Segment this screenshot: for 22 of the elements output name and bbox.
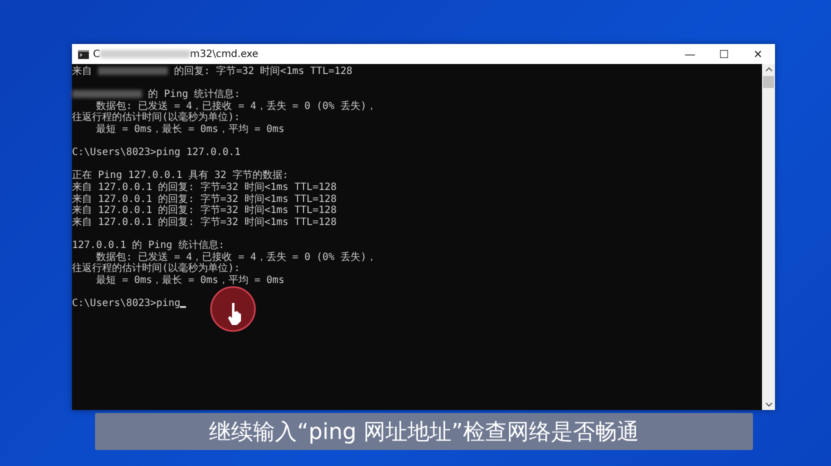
console-line: 来自 127.0.0.1 的回复: 字节=32 时间<1ms TTL=128 (72, 182, 337, 194)
console-line: 数据包: 已发送 = 4，已接收 = 4，丢失 = 0 (0% 丢失)， (95, 100, 376, 112)
console-line: 往返行程的估计时间(以毫秒为单位): (72, 263, 240, 274)
console-line: 127.0.0.1 的 Ping 统计信息: (72, 240, 224, 252)
console-line: 数据包: 已发送 = 4，已接收 = 4，丢失 = 0 (0% 丢失)， (95, 252, 376, 262)
console-line: 最短 = 0ms，最长 = 0ms，平均 = 0ms (95, 124, 284, 136)
console-line: 来自 127.0.0.1 的回复: 字节=32 时间<1ms TTL=128 (72, 194, 337, 205)
console-line: C:\Users\8023>ping (72, 298, 180, 310)
console-line: 往返行程的估计时间(以毫秒为单位): (72, 112, 240, 124)
console-line: 来自 127.0.0.1 的回复: 字节=32 时间<1ms TTL=128 (72, 205, 337, 216)
subtitle-caption: 继续输入“ping 网址地址”检查网络是否畅通 (95, 413, 753, 450)
console-line: C:\Users\8023>ping 127.0.0.1 (72, 147, 241, 159)
console-line: 最短 = 0ms，最长 = 0ms，平均 = 0ms (95, 274, 284, 286)
console-line: 的 Ping 统计信息: (72, 89, 240, 101)
console-line: 正在 Ping 127.0.0.1 具有 32 字节的数据: (72, 170, 288, 182)
console-icon (78, 50, 89, 58)
scrollbar[interactable] (762, 64, 775, 410)
console-line: 来自 127.0.0.1 的回复: 字节=32 时间<1ms TTL=128 (72, 216, 337, 228)
console-line: 来自 的回复: 字节=32 时间<1ms TTL=128 (72, 66, 352, 78)
scroll-thumb[interactable] (763, 76, 774, 88)
window-title: C m32\cmd.exe (93, 48, 258, 60)
close-button[interactable]: ✕ (741, 44, 775, 64)
